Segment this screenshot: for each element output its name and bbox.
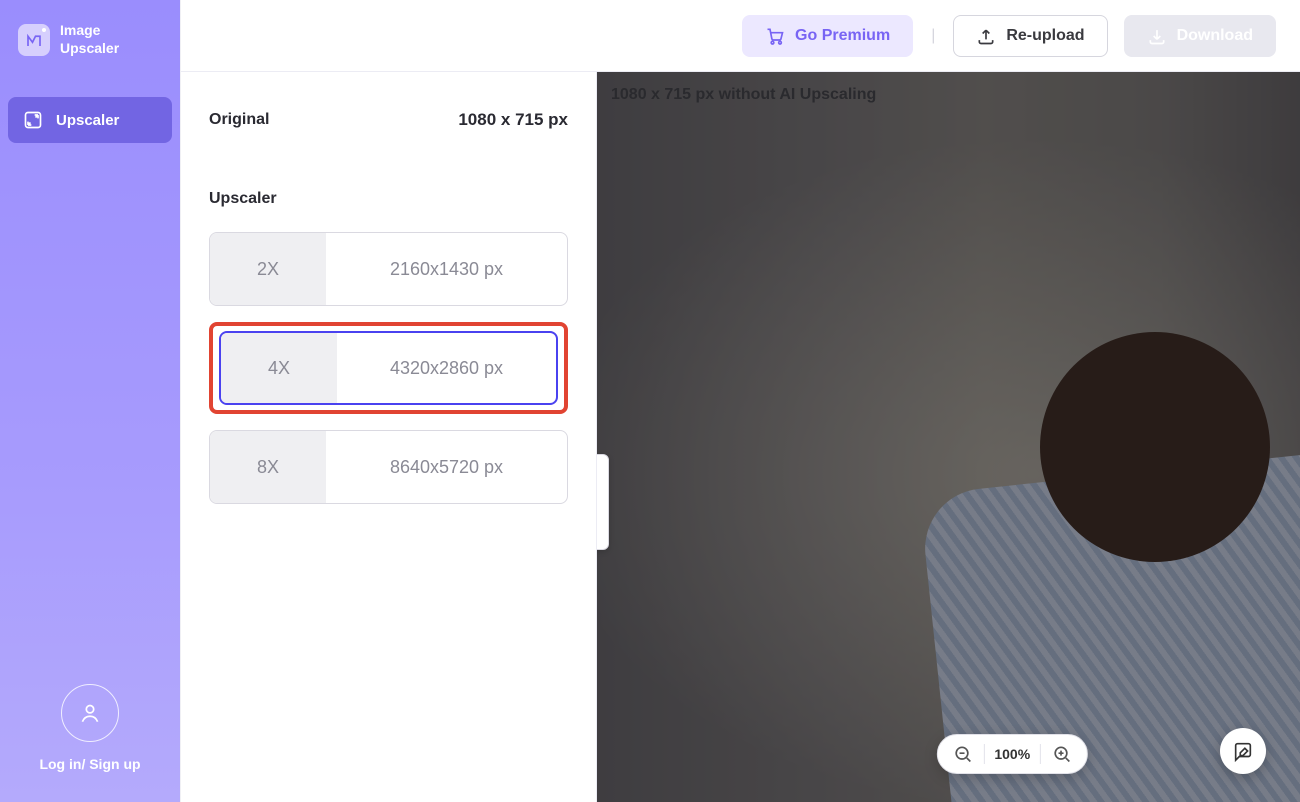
main: Go Premium | Re-upload Download Ori bbox=[180, 0, 1300, 802]
original-label: Original bbox=[209, 111, 269, 129]
compare-slider-handle[interactable] bbox=[597, 454, 609, 550]
zoom-controls: 100% bbox=[936, 734, 1088, 774]
reupload-button[interactable]: Re-upload bbox=[953, 15, 1107, 57]
workspace: Original 1080 x 715 px Upscaler 2X 2160x… bbox=[181, 72, 1300, 802]
cart-icon bbox=[765, 26, 785, 46]
topbar-separator: | bbox=[929, 27, 937, 45]
upscale-dimensions: 4320x2860 px bbox=[337, 333, 556, 403]
user-icon bbox=[77, 700, 103, 726]
avatar-placeholder[interactable] bbox=[61, 684, 119, 742]
download-label: Download bbox=[1177, 27, 1253, 45]
brand-title: Image Upscaler bbox=[60, 22, 119, 57]
preview-area: 1080 x 715 px without AI Upscaling Upsca… bbox=[597, 72, 1300, 802]
brand-line1: Image bbox=[60, 22, 119, 40]
sidebar: Image Upscaler Upscaler bbox=[0, 0, 180, 802]
brand-line2: Upscaler bbox=[60, 40, 119, 58]
original-dimensions: 1080 x 715 px bbox=[458, 110, 568, 130]
upscale-option-4x[interactable]: 4X 4320x2860 px bbox=[209, 322, 568, 414]
upscale-factor-label: 2X bbox=[210, 233, 326, 305]
download-button[interactable]: Download bbox=[1124, 15, 1276, 57]
go-premium-button[interactable]: Go Premium bbox=[742, 15, 913, 57]
zoom-in-icon bbox=[1052, 744, 1072, 764]
sidebar-item-label: Upscaler bbox=[56, 112, 119, 129]
upscaler-icon bbox=[22, 109, 44, 131]
original-meta-row: Original 1080 x 715 px bbox=[209, 110, 568, 130]
login-signup-link[interactable]: Log in/ Sign up bbox=[39, 756, 140, 772]
download-icon bbox=[1147, 26, 1167, 46]
logo-m-icon bbox=[25, 31, 43, 49]
zoom-sep bbox=[983, 744, 984, 764]
zoom-sep bbox=[1040, 744, 1041, 764]
top-bar: Go Premium | Re-upload Download bbox=[181, 0, 1300, 72]
without-upscaling-label: 1080 x 715 px without AI Upscaling bbox=[609, 82, 878, 108]
upscale-factor-label: 8X bbox=[210, 431, 326, 503]
sidebar-spacer bbox=[0, 143, 180, 664]
app-root: Image Upscaler Upscaler bbox=[0, 0, 1300, 802]
upscale-factor-label: 4X bbox=[221, 333, 337, 403]
go-premium-label: Go Premium bbox=[795, 27, 890, 45]
brand-logo-icon bbox=[18, 24, 50, 56]
sidebar-nav: Upscaler bbox=[0, 97, 180, 143]
brand[interactable]: Image Upscaler bbox=[0, 0, 180, 77]
upscale-option-8x[interactable]: 8X 8640x5720 px bbox=[209, 430, 568, 504]
upload-icon bbox=[976, 26, 996, 46]
sidebar-item-upscaler[interactable]: Upscaler bbox=[8, 97, 172, 143]
upscale-panel: Original 1080 x 715 px Upscaler 2X 2160x… bbox=[181, 72, 597, 802]
upscale-dimensions: 2160x1430 px bbox=[326, 233, 567, 305]
upscale-options: 2X 2160x1430 px 4X 4320x2860 px 8X bbox=[209, 232, 568, 504]
upscale-dimensions: 8640x5720 px bbox=[326, 431, 567, 503]
upscale-option-2x[interactable]: 2X 2160x1430 px bbox=[209, 232, 568, 306]
preview-dim-overlay bbox=[597, 72, 1300, 802]
feedback-button[interactable] bbox=[1220, 728, 1266, 774]
account-area: Log in/ Sign up bbox=[0, 664, 180, 802]
note-edit-icon bbox=[1232, 740, 1254, 762]
zoom-in-button[interactable] bbox=[1051, 743, 1073, 765]
upscaler-section-title: Upscaler bbox=[209, 190, 568, 208]
zoom-out-button[interactable] bbox=[951, 743, 973, 765]
zoom-value: 100% bbox=[994, 746, 1030, 762]
zoom-out-icon bbox=[952, 744, 972, 764]
reupload-label: Re-upload bbox=[1006, 27, 1084, 45]
